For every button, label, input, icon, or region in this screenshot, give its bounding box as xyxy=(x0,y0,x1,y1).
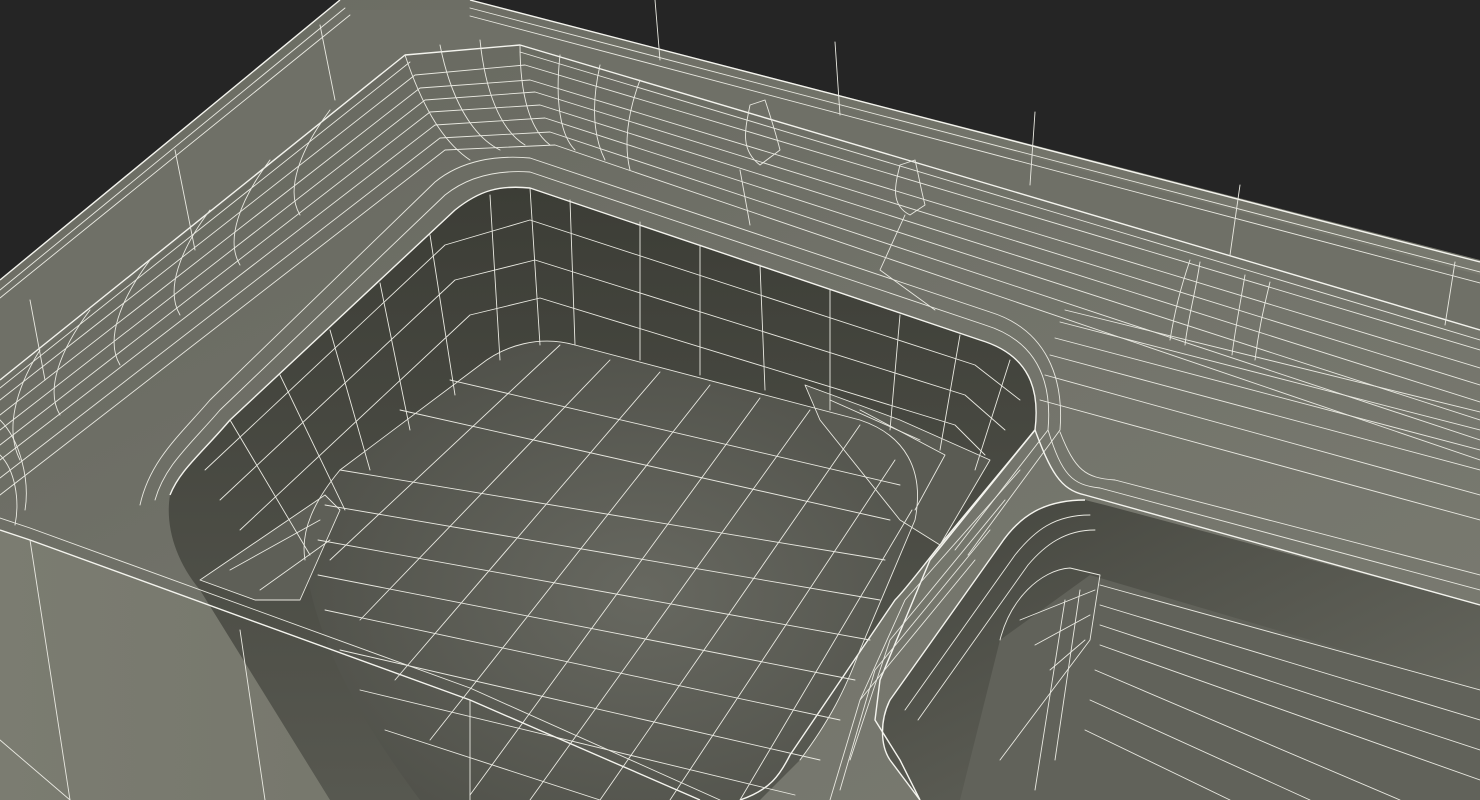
mesh-viewport xyxy=(0,0,1480,800)
